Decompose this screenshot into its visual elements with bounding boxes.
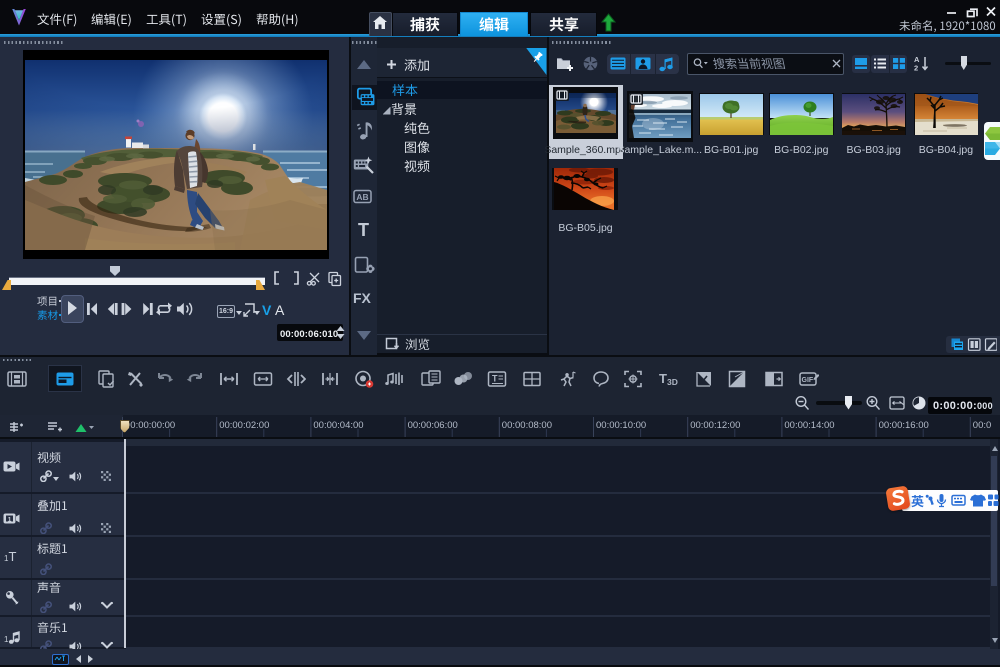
svg-text:3D: 3D <box>667 377 678 387</box>
svg-text:00:00:14:00: 00:00:14:00 <box>784 420 834 431</box>
svg-text:00:00:16:00: 00:00:16:00 <box>879 420 929 431</box>
svg-text:2: 2 <box>914 64 918 73</box>
svg-text:00:00:00:00: 00:00:00:00 <box>125 420 175 431</box>
svg-text:00:00:04:00: 00:00:04:00 <box>313 420 363 431</box>
svg-text:00:00:02:00: 00:00:02:00 <box>219 420 269 431</box>
svg-text:GIF: GIF <box>801 377 813 384</box>
svg-text:00:0: 00:0 <box>973 420 992 431</box>
svg-text:1: 1 <box>4 635 9 644</box>
svg-text:00:00:08:00: 00:00:08:00 <box>502 420 552 431</box>
svg-text:T: T <box>492 373 498 383</box>
svg-text:00:00:10:00: 00:00:10:00 <box>596 420 646 431</box>
svg-text:T: T <box>659 371 667 386</box>
svg-text:1: 1 <box>8 516 12 523</box>
svg-text:00:00:06:00: 00:00:06:00 <box>408 420 458 431</box>
svg-text:00:00:12:00: 00:00:12:00 <box>690 420 740 431</box>
svg-text:AB: AB <box>356 192 368 202</box>
